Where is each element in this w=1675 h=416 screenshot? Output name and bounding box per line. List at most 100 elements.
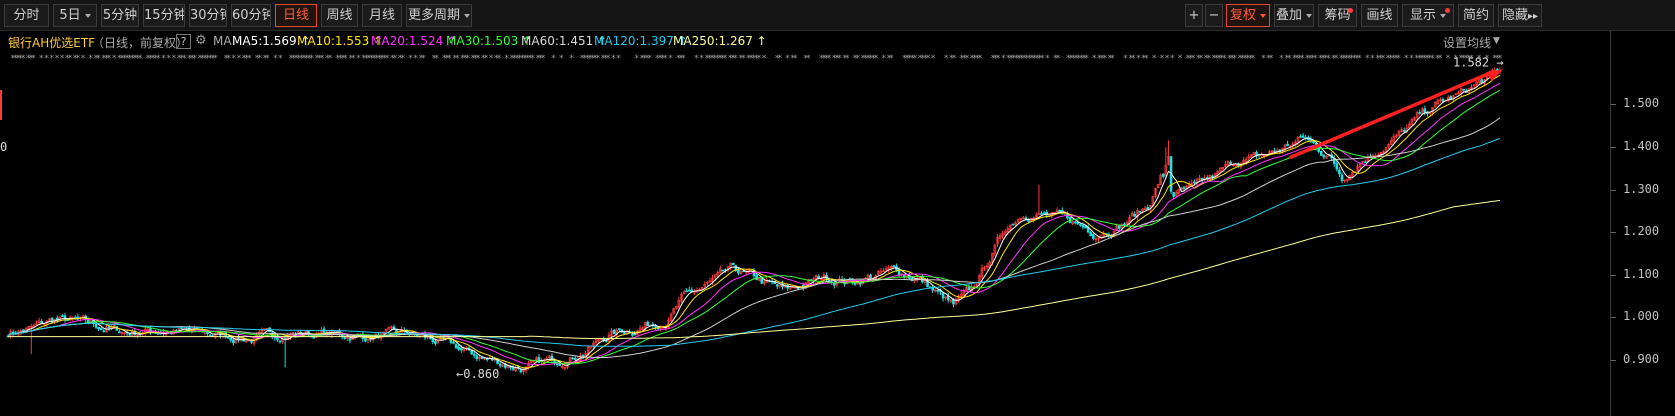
candle-down (1042, 212, 1046, 215)
candle-down (892, 265, 896, 267)
candle-down (1172, 192, 1175, 197)
candle-down (348, 338, 352, 341)
candle-down (967, 286, 971, 291)
candle-down (573, 357, 577, 360)
axis-tick-label: 1.100 (1623, 266, 1660, 281)
candle-down (452, 341, 455, 344)
candle-down (1418, 112, 1422, 114)
candle-down (1338, 169, 1341, 175)
candle-down (1335, 163, 1339, 170)
candle-down (623, 332, 626, 334)
candle-down (118, 331, 121, 334)
candle-down (731, 262, 735, 266)
candle-down (1089, 231, 1093, 236)
candle-down (519, 368, 523, 373)
candle-down (1364, 161, 1367, 164)
candle-down (1161, 173, 1165, 177)
axis-tick-mark (1611, 274, 1616, 276)
candle-down (687, 289, 691, 292)
candle-down (646, 321, 650, 327)
candle-down (1441, 99, 1445, 102)
candle-down (128, 333, 132, 336)
candle-down (1084, 225, 1087, 229)
candle-down (226, 337, 230, 339)
candle-down (1423, 108, 1427, 113)
candle-down (232, 339, 235, 344)
candle-down (630, 333, 634, 336)
trend-arrowhead (1486, 69, 1503, 82)
candle-down (1011, 223, 1015, 226)
candle-down (1462, 88, 1466, 91)
candle-down (1081, 225, 1085, 228)
axis-tick-mark (1611, 360, 1616, 362)
candle-down (776, 284, 779, 287)
candle-down (755, 274, 758, 280)
candle-down (581, 354, 585, 357)
candle-down (1286, 143, 1289, 147)
axis-tick-mark (1611, 232, 1616, 234)
candle-down (457, 346, 461, 350)
candle-down (1138, 211, 1142, 213)
candle-down (1301, 135, 1305, 138)
candle-down (1193, 181, 1196, 184)
candle-down (832, 282, 836, 286)
candle-down (102, 330, 106, 333)
candle-down (1299, 136, 1302, 138)
candle-down (61, 315, 64, 318)
candle-down (941, 292, 945, 299)
candle-down (278, 340, 282, 343)
candle-down (1182, 187, 1186, 189)
candle-down (343, 337, 347, 339)
candle-down (1092, 234, 1095, 239)
candle-down (229, 337, 233, 341)
candle-down (571, 357, 574, 360)
candle-down (156, 333, 160, 335)
axis-tick-mark (1611, 317, 1616, 319)
candle-down (472, 353, 476, 356)
candle-down (1340, 174, 1344, 181)
candle-down (612, 329, 616, 334)
ma-line-ma20 (7, 82, 1501, 366)
axis-tick-mark (1611, 189, 1616, 191)
left-axis-partial-label: 0 (0, 140, 7, 154)
candle-down (1480, 79, 1484, 83)
axis-tick-mark (1611, 104, 1616, 106)
kline-chart[interactable]: 1.582 → ←0.860 0 (0, 0, 1610, 416)
candle-down (107, 326, 111, 329)
axis-tick-label: 1.000 (1623, 309, 1660, 324)
candle-down (97, 326, 100, 330)
candle-down (74, 317, 77, 319)
candle-down (1322, 154, 1326, 158)
axis-tick-label: 1.400 (1623, 138, 1660, 153)
candle-down (511, 367, 515, 370)
candle-down (459, 347, 463, 351)
candle-down (1273, 150, 1276, 153)
candle-down (1319, 150, 1323, 156)
candle-down (475, 355, 479, 359)
candle-down (11, 331, 15, 334)
candle-down (454, 344, 458, 349)
candle-down (869, 274, 872, 279)
candle-down (1117, 225, 1121, 229)
candle-down (40, 320, 43, 324)
candle-down (1058, 209, 1061, 212)
candle-down (633, 333, 637, 336)
candle-down (1123, 223, 1126, 226)
ma-line-ma10 (7, 74, 1501, 369)
price-axis: 1.500 1.400 1.300 1.200 1.100 1.000 0.900 (1610, 31, 1675, 416)
high-price-label: 1.582 → (1453, 55, 1504, 69)
left-edge-indicator (0, 90, 2, 120)
axis-tick-label: 1.500 (1623, 96, 1660, 111)
candle-down (94, 323, 98, 328)
candle-down (760, 278, 764, 284)
axis-tick-mark (1611, 146, 1616, 148)
candle-down (685, 290, 688, 293)
candle-down (936, 289, 940, 292)
low-price-label: ←0.860 (456, 367, 499, 381)
ma-line-ma120 (7, 138, 1501, 347)
candle-down (737, 269, 740, 274)
candle-down (721, 269, 725, 272)
candle-down (1079, 224, 1082, 226)
candle-down (434, 340, 437, 344)
candle-down (1073, 221, 1077, 224)
